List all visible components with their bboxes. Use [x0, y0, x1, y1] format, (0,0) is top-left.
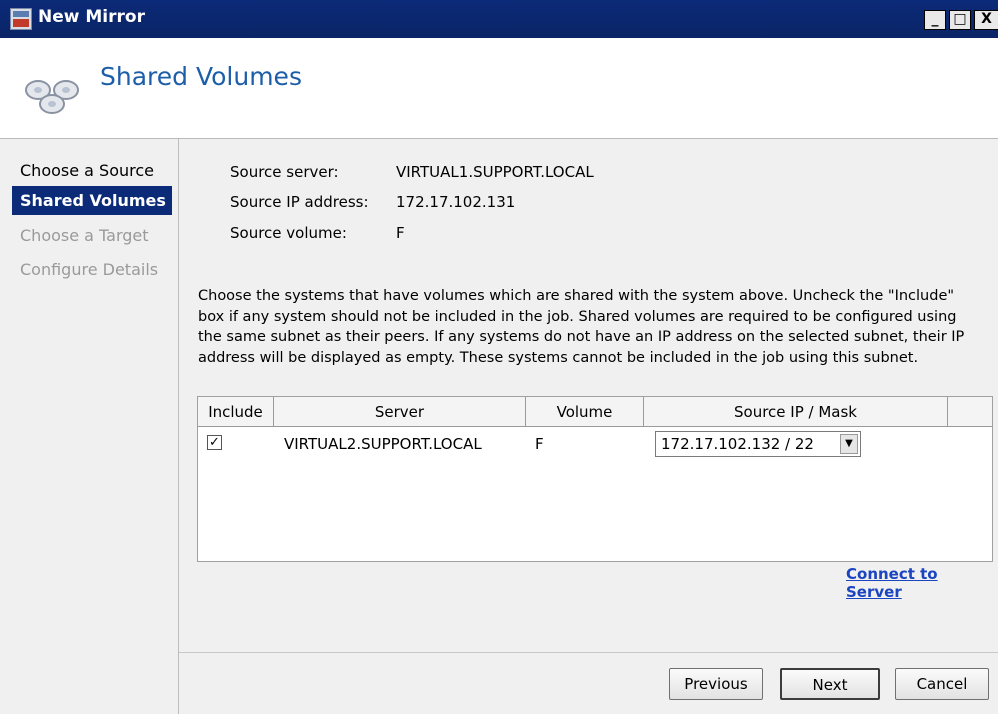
table-row: ✓ VIRTUAL2.SUPPORT.LOCAL F 172.17.102.13… [198, 427, 992, 461]
cancel-button[interactable]: Cancel [895, 668, 989, 700]
source-ip-value: 172.17.102.131 [396, 193, 516, 211]
source-ip-label: Source IP address: [230, 193, 369, 211]
column-header-source-ip[interactable]: Source IP / Mask [644, 397, 948, 427]
page-title: Shared Volumes [100, 62, 302, 91]
source-server-value: VIRTUAL1.SUPPORT.LOCAL [396, 163, 594, 181]
volume-cell: F [535, 435, 544, 453]
include-checkbox[interactable]: ✓ [207, 435, 222, 450]
new-mirror-window: New Mirror _ □ X Shared Volumes Choose a… [0, 0, 998, 714]
source-ip-select-value: 172.17.102.132 / 22 [661, 435, 814, 453]
column-header-server[interactable]: Server [274, 397, 526, 427]
source-volume-value: F [396, 224, 405, 242]
server-cell: VIRTUAL2.SUPPORT.LOCAL [284, 435, 482, 453]
minimize-button[interactable]: _ [924, 10, 946, 30]
connect-to-server-link[interactable]: Connect to Server [846, 565, 998, 601]
title-bar[interactable]: New Mirror _ □ X [0, 0, 998, 38]
source-volume-label: Source volume: [230, 224, 347, 242]
wizard-nav: Choose a Source Shared Volumes Choose a … [0, 139, 179, 714]
page-header: Shared Volumes [0, 38, 998, 139]
close-button[interactable]: X [974, 10, 998, 30]
shared-volumes-table: Include Server Volume Source IP / Mask ✓… [197, 396, 993, 562]
source-ip-row: Source IP address: 172.17.102.131 [230, 193, 515, 211]
nav-item-shared-volumes[interactable]: Shared Volumes [12, 186, 172, 215]
window-title: New Mirror [38, 7, 145, 27]
shared-volumes-icon [25, 80, 79, 114]
next-button[interactable]: Next [780, 668, 880, 700]
nav-item-choose-target: Choose a Target [20, 226, 149, 245]
footer-divider [179, 652, 998, 653]
source-server-label: Source server: [230, 163, 339, 181]
column-header-extra [948, 397, 992, 427]
previous-button[interactable]: Previous [669, 668, 763, 700]
column-header-volume[interactable]: Volume [526, 397, 644, 427]
nav-item-configure-details: Configure Details [20, 260, 159, 279]
chevron-down-icon[interactable]: ▼ [840, 434, 858, 454]
source-server-row: Source server: VIRTUAL1.SUPPORT.LOCAL [230, 163, 594, 181]
instructions-text: Choose the systems that have volumes whi… [198, 288, 965, 366]
column-header-include[interactable]: Include [198, 397, 274, 427]
nav-item-choose-source[interactable]: Choose a Source [12, 156, 172, 185]
app-icon [10, 8, 32, 30]
source-volume-row: Source volume: F [230, 224, 405, 242]
source-ip-select[interactable]: 172.17.102.132 / 22 ▼ [655, 431, 861, 457]
maximize-button[interactable]: □ [949, 10, 971, 30]
